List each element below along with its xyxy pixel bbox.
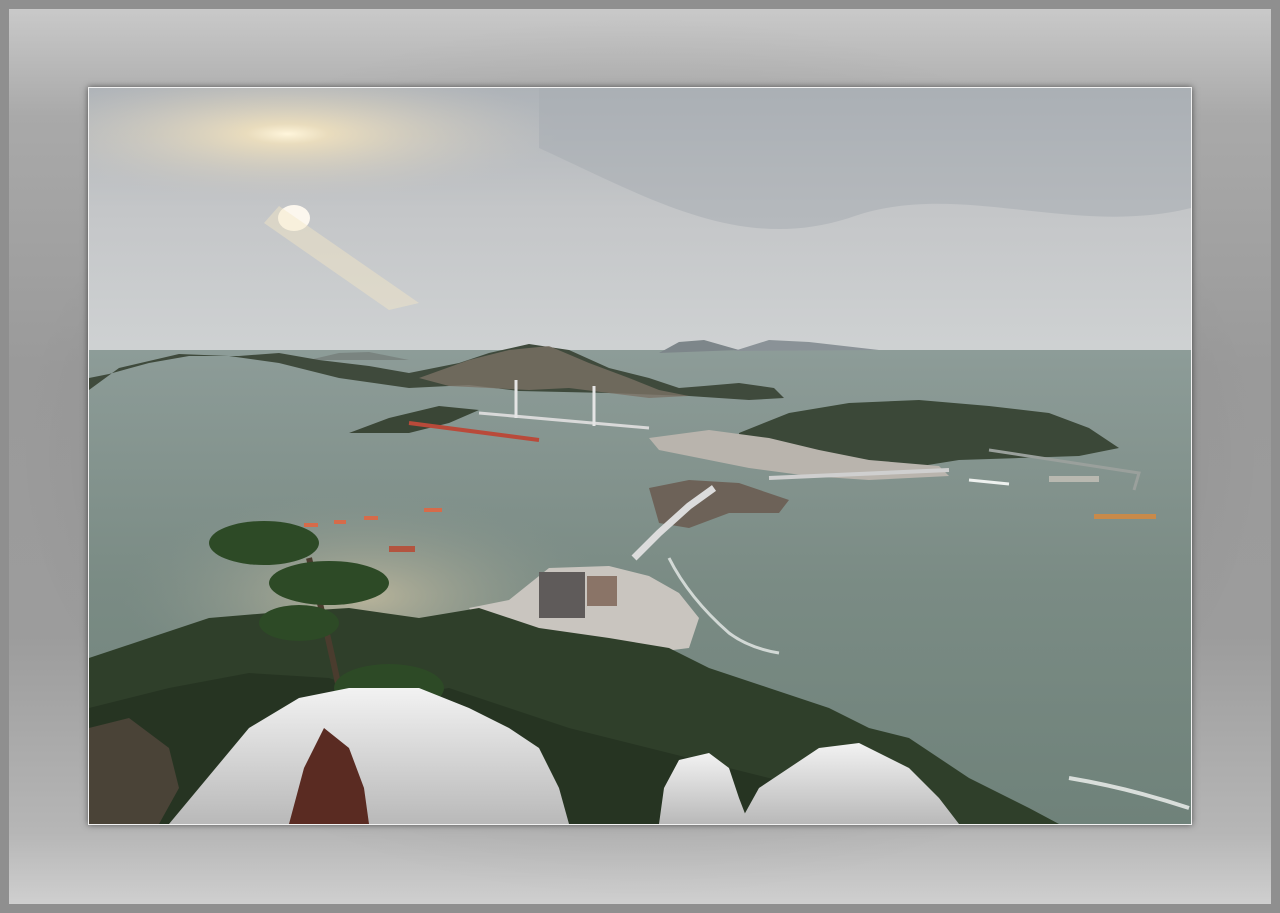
building	[539, 572, 585, 618]
building	[587, 576, 617, 606]
landscape-photo	[88, 87, 1192, 825]
